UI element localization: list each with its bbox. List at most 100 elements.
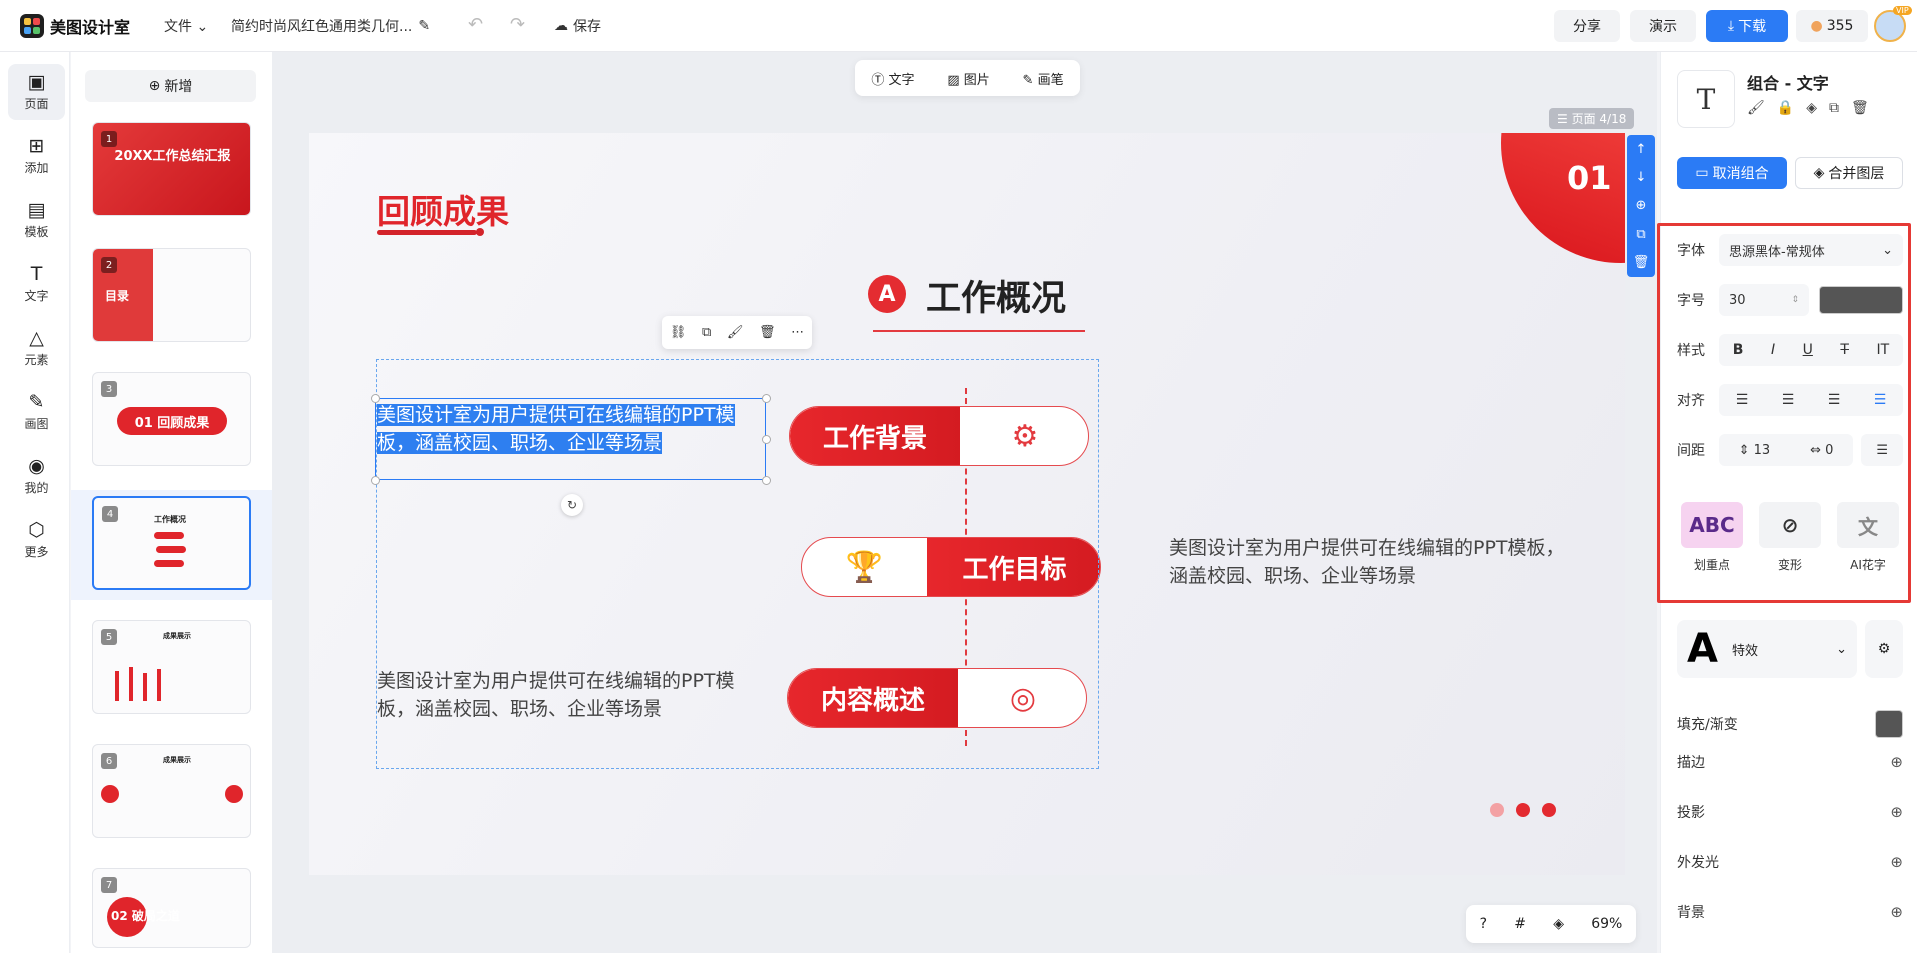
ai-text-preview: 文 [1837, 502, 1899, 548]
credits-button[interactable]: ● 355 [1796, 10, 1868, 42]
rail-item-text[interactable]: T 文字 [8, 256, 65, 312]
thumb-number: 1 [101, 131, 117, 147]
add-page-icon[interactable]: ⊕ [1636, 198, 1647, 213]
zoom-level[interactable]: 69% [1591, 916, 1622, 932]
duplicate-icon[interactable]: ⧉ [702, 325, 711, 340]
align-left-icon[interactable]: ☰ [1736, 392, 1749, 408]
plus-icon[interactable]: ⊕ [1890, 753, 1903, 771]
thumb-page-3[interactable]: 3 01 回顾成果 [92, 372, 251, 466]
background-row[interactable]: 背景 ⊕ [1677, 902, 1903, 922]
thumb-page-1[interactable]: 1 20XX工作总结汇报 [92, 122, 251, 216]
align-center-icon[interactable]: ☰ [1782, 392, 1795, 408]
rail-item-add[interactable]: ⊞ 添加 [8, 128, 65, 184]
thumb-pill [154, 532, 184, 539]
format-painter-icon[interactable]: 🖌 [1747, 100, 1765, 116]
bold-icon[interactable]: B [1733, 342, 1744, 358]
rail-item-page[interactable]: ▣ 页面 [8, 64, 65, 120]
pen-icon: ✎ [28, 391, 45, 413]
thumb-page-7[interactable]: 7 02 破局之道 [92, 868, 251, 948]
underline-icon[interactable]: U [1803, 342, 1813, 358]
effect-warp[interactable]: ⊘ 变形 [1755, 502, 1825, 573]
align-justify-icon[interactable]: ☰ [1874, 392, 1887, 408]
fill-row[interactable]: 填充/渐变 [1677, 710, 1903, 738]
document-title[interactable]: 简约时尚风红色通用类几何... ✎ [231, 16, 430, 36]
download-button[interactable]: ⤓ 下载 [1706, 10, 1788, 42]
ungroup-button[interactable]: ▭ 取消组合 [1677, 157, 1787, 189]
add-page-button[interactable]: ⊕ 新增 [85, 70, 256, 102]
delete-page-icon[interactable]: 🗑 [1633, 255, 1650, 270]
section-title[interactable]: 回顾成果 [377, 185, 509, 233]
delete-icon[interactable]: 🗑 [759, 325, 776, 340]
section-dot [476, 228, 484, 236]
font-size-input[interactable]: 30 ⇕ [1719, 284, 1809, 316]
glow-row[interactable]: 外发光 ⊕ [1677, 852, 1903, 872]
shadow-row[interactable]: 投影 ⊕ [1677, 802, 1903, 822]
sliders-icon: ⚙ [1877, 641, 1891, 657]
effect-ai-text[interactable]: 文 AI花字 [1833, 502, 1903, 573]
text-selection-box[interactable] [375, 398, 766, 480]
rail-item-template[interactable]: ▤ 模板 [8, 192, 65, 248]
font-select[interactable]: 思源黑体-常规体 ⌄ [1719, 234, 1903, 266]
rail-item-draw[interactable]: ✎ 画图 [8, 384, 65, 440]
resize-handle[interactable] [762, 476, 771, 485]
present-button[interactable]: 演示 [1630, 10, 1696, 42]
special-effects-select[interactable]: A 特效 ⌄ [1677, 620, 1857, 678]
heading-badge[interactable]: A [868, 275, 906, 313]
image-tool[interactable]: ▨ 图片 [947, 69, 989, 88]
lock-icon[interactable]: 🔒 [1777, 100, 1794, 116]
unlink-icon[interactable]: ⛓ [670, 325, 687, 340]
thumb-page-5[interactable]: 5 成果展示 [92, 620, 251, 714]
brush-tool[interactable]: ✎ 画笔 [1023, 69, 1064, 88]
grid-icon[interactable]: # [1514, 916, 1526, 932]
rail-item-mine[interactable]: ◉ 我的 [8, 448, 65, 504]
resize-handle[interactable] [371, 476, 380, 485]
delete-icon[interactable]: 🗑 [1851, 100, 1869, 116]
layer-icon[interactable]: ◈ [1806, 100, 1817, 116]
rotate-icon[interactable]: ↻ [561, 494, 583, 516]
resize-handle[interactable] [762, 394, 771, 403]
help-icon[interactable]: ? [1480, 916, 1487, 932]
text-color-swatch[interactable] [1819, 286, 1903, 314]
text-block-right[interactable]: 美图设计室为用户提供可在线编辑的PPT模板，涵盖校园、职场、企业等场景 [1169, 534, 1579, 590]
edit-icon[interactable]: ✎ [418, 18, 430, 34]
file-menu[interactable]: 文件 ⌄ [164, 16, 208, 36]
share-button[interactable]: 分享 [1554, 10, 1620, 42]
thumb-page-4[interactable]: 4 工作概况 [92, 496, 251, 590]
line-spacing-input[interactable]: ⇕ 13 [1739, 443, 1771, 458]
strikethrough-icon[interactable]: T [1840, 342, 1849, 358]
duplicate-icon[interactable]: ⧉ [1829, 100, 1839, 116]
more-icon[interactable]: ⋯ [791, 325, 804, 340]
list-style-select[interactable]: ☰ [1861, 434, 1904, 466]
plus-icon[interactable]: ⊕ [1890, 903, 1903, 921]
corner-number[interactable]: 01 [1567, 159, 1612, 197]
format-painter-icon[interactable]: 🖌 [727, 325, 744, 340]
resize-handle[interactable] [371, 394, 380, 403]
vertical-text-icon[interactable]: IT [1877, 342, 1890, 358]
move-down-icon[interactable]: ↓ [1636, 170, 1647, 185]
stroke-row[interactable]: 描边 ⊕ [1677, 752, 1903, 772]
thumb-page-2[interactable]: 2 目录 [92, 248, 251, 342]
undo-icon[interactable]: ↶ [468, 14, 483, 35]
thumb-page-6[interactable]: 6 成果展示 [92, 744, 251, 838]
rail-item-elements[interactable]: △ 元素 [8, 320, 65, 376]
redo-icon[interactable]: ↷ [510, 14, 525, 35]
resize-handle[interactable] [762, 435, 771, 444]
letter-spacing-input[interactable]: ⇔ 0 [1810, 443, 1833, 458]
merge-layers-button[interactable]: ◈ 合并图层 [1795, 157, 1903, 189]
plus-icon[interactable]: ⊕ [1890, 803, 1903, 821]
layers-icon[interactable]: ◈ [1553, 916, 1564, 932]
save-button[interactable]: ☁ 保存 [554, 16, 601, 36]
rail-item-more[interactable]: ⬡ 更多 [8, 512, 65, 568]
align-right-icon[interactable]: ☰ [1828, 392, 1841, 408]
app-logo[interactable]: 美图设计室 [20, 14, 130, 38]
move-up-icon[interactable]: ↑ [1636, 142, 1647, 157]
spacing-label: 间距 [1677, 443, 1705, 459]
plus-icon[interactable]: ⊕ [1890, 853, 1903, 871]
fill-color-swatch[interactable] [1875, 710, 1903, 738]
effects-settings-button[interactable]: ⚙ [1865, 620, 1903, 678]
slide-heading[interactable]: 工作概况 [926, 270, 1066, 321]
effect-highlight[interactable]: ABC 划重点 [1677, 502, 1747, 573]
copy-page-icon[interactable]: ⧉ [1636, 227, 1645, 242]
text-tool[interactable]: Ⓣ 文字 [871, 69, 914, 88]
italic-icon[interactable]: I [1771, 342, 1775, 358]
